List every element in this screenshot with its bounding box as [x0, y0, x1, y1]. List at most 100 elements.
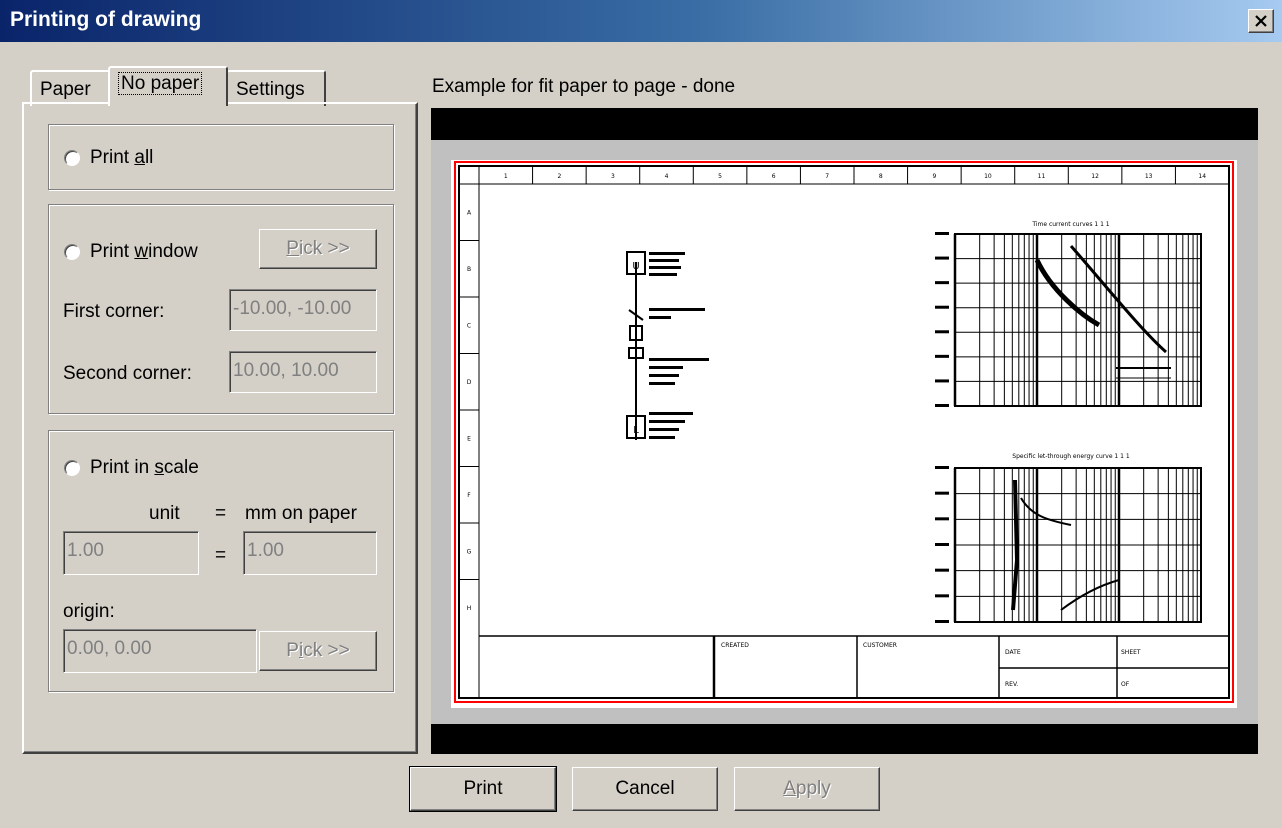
ruler-number: 13	[1145, 173, 1153, 180]
ruler-letter: H	[467, 605, 472, 612]
title-block-created: CREATED	[721, 642, 749, 649]
axis-tick-label	[935, 594, 949, 598]
second-corner-field[interactable]: 10.00, 10.00	[229, 351, 377, 393]
source-symbol: U	[632, 261, 639, 272]
mm-value: 1.00	[247, 540, 284, 561]
ruler-number: 1	[504, 173, 508, 180]
preview-caption: Example for fit paper to page - done	[432, 76, 736, 97]
ruler-letter: E	[467, 435, 471, 442]
ruler-number: 11	[1038, 173, 1046, 180]
title-block-of: OF	[1121, 681, 1130, 688]
close-button[interactable]	[1248, 9, 1274, 33]
origin-field[interactable]: 0.00, 0.00	[63, 629, 257, 673]
first-corner-label: First corner:	[63, 301, 165, 322]
axis-tick-label	[935, 330, 949, 334]
ruler-number: 4	[665, 173, 669, 180]
ruler-number: 8	[879, 173, 883, 180]
ruler-letter: D	[467, 379, 472, 386]
annotation	[649, 420, 685, 423]
tab-panel-no-paper: Print all Print window Pick >> First cor…	[22, 102, 418, 754]
ruler-letter: F	[467, 492, 471, 499]
print-window-label: Print window	[90, 241, 198, 262]
pick-origin-button[interactable]: Pick >>	[259, 631, 377, 671]
ruler-number: 12	[1091, 173, 1099, 180]
tab-settings[interactable]: Settings	[226, 70, 326, 106]
ruler-number: 7	[825, 173, 829, 180]
time-current-chart	[935, 232, 1202, 407]
first-corner-field[interactable]: -10.00, -10.00	[229, 289, 377, 331]
axis-tick-label	[935, 354, 949, 358]
title-block-rev: REV.	[1005, 681, 1018, 688]
second-corner-label: Second corner:	[63, 363, 192, 384]
print-window-group: Print window Pick >> First corner: -10.0…	[48, 204, 394, 414]
tab-paper[interactable]: Paper	[30, 70, 110, 106]
print-all-label: Print all	[90, 147, 154, 168]
unit-field[interactable]: 1.00	[63, 531, 199, 575]
tab-settings-label: Settings	[236, 79, 305, 100]
axis-tick-label	[935, 256, 949, 260]
cancel-button[interactable]: Cancel	[572, 767, 718, 811]
pick-window-label: Pick >>	[286, 238, 350, 259]
annotation	[649, 374, 679, 377]
axis-tick-label	[935, 379, 949, 383]
ruler-letter: C	[467, 322, 471, 329]
annotation	[649, 273, 677, 276]
print-scale-radio-button[interactable]	[64, 460, 80, 476]
equals-label-top: =	[215, 503, 227, 524]
equals-label: =	[215, 545, 227, 566]
print-button[interactable]: Print	[409, 766, 557, 812]
annotation	[649, 382, 675, 385]
chart-frame	[954, 233, 1202, 407]
pick-window-button[interactable]: Pick >>	[259, 229, 377, 269]
mm-on-paper-label: mm on paper	[245, 503, 357, 524]
tab-no-paper-label: No paper	[118, 72, 203, 95]
annotation	[649, 436, 675, 439]
annotation	[649, 428, 679, 431]
axis-tick-label	[935, 466, 949, 469]
preview-paper: 1 2 3 4 5 6 7 8 9 10 11 12 13 14 ABCDEFGH U L	[431, 140, 1258, 724]
axis-tick-label	[935, 620, 949, 623]
origin-value: 0.00, 0.00	[67, 638, 152, 659]
axis-tick-label	[935, 568, 949, 572]
ruler-number: 5	[718, 173, 722, 180]
ruler-number: 2	[557, 173, 561, 180]
axis-tick-label	[935, 232, 949, 235]
annotation	[649, 412, 693, 415]
axis-tick-label	[935, 517, 949, 521]
axis-tick-label	[935, 491, 949, 495]
print-button-label: Print	[463, 778, 503, 799]
mm-field[interactable]: 1.00	[243, 531, 377, 575]
close-icon	[1255, 15, 1267, 27]
print-all-group: Print all	[48, 124, 394, 190]
title-block-date: DATE	[1005, 649, 1021, 656]
annotation	[649, 266, 681, 269]
let-through-energy-chart	[935, 466, 1202, 623]
apply-button[interactable]: Apply	[734, 767, 880, 811]
unit-value: 1.00	[67, 540, 104, 561]
load-symbol: L	[633, 425, 639, 436]
print-all-radio-button[interactable]	[64, 150, 80, 166]
tab-no-paper[interactable]: No paper	[108, 66, 228, 106]
ruler-letter: G	[467, 548, 472, 555]
window-title: Printing of drawing	[10, 8, 202, 31]
origin-label: origin:	[63, 601, 115, 622]
chart2-title: Specific let-through energy curve 1 1 1	[1012, 453, 1130, 460]
cancel-button-label: Cancel	[615, 778, 675, 799]
print-scale-radio[interactable]: Print in scale	[64, 457, 199, 479]
print-all-radio[interactable]: Print all	[64, 147, 153, 169]
title-bar[interactable]: Printing of drawing	[0, 0, 1282, 42]
annotation	[649, 316, 671, 319]
axis-tick-label	[935, 305, 949, 309]
axis-tick-label	[935, 281, 949, 285]
print-scale-group: Print in scale unit = mm on paper 1.00 =…	[48, 430, 394, 692]
ruler-number: 9	[932, 173, 936, 180]
button-bar: Print Cancel Apply	[0, 754, 1282, 828]
print-window-radio[interactable]: Print window	[64, 241, 198, 263]
axis-tick-label	[935, 543, 949, 546]
ruler-number: 10	[984, 173, 992, 180]
annotation	[649, 366, 683, 369]
print-window-radio-button[interactable]	[64, 244, 80, 260]
annotation	[649, 308, 705, 311]
annotation	[649, 252, 685, 255]
pick-origin-label: Pick >>	[286, 640, 350, 661]
